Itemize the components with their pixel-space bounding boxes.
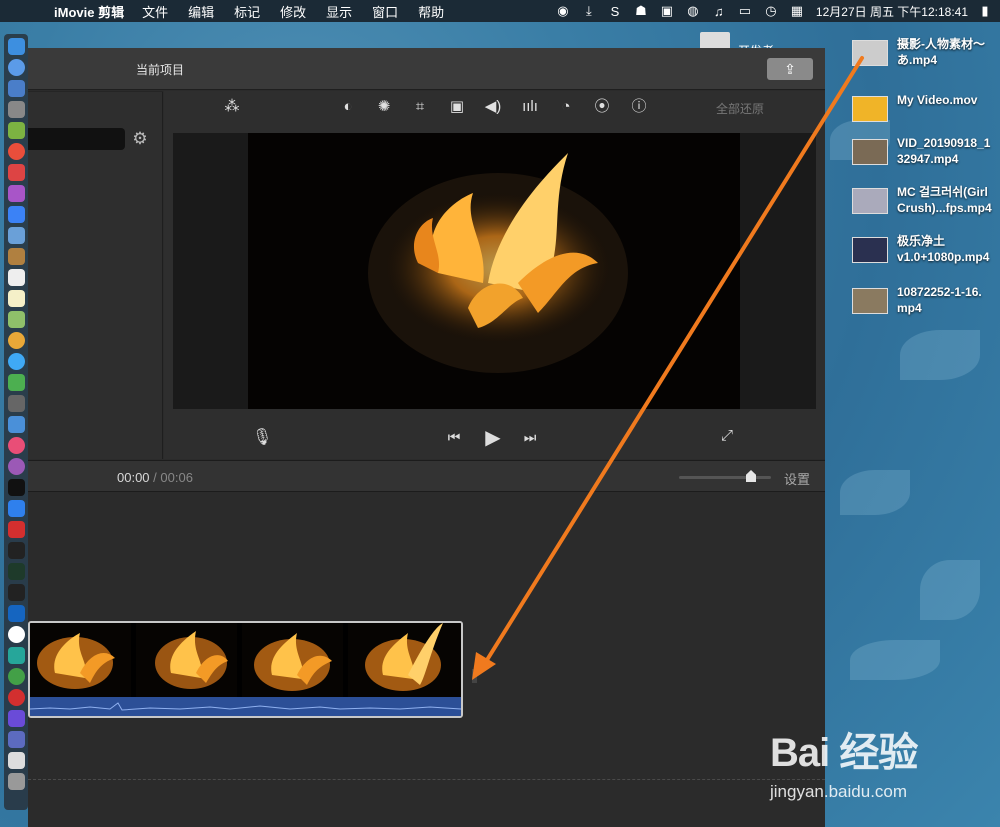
watermark-logo: Bai 经验	[770, 731, 918, 775]
annotation-arrow	[472, 56, 864, 680]
baidu-watermark: Bai 经验 jingyan.baidu.com	[770, 720, 970, 810]
watermark-url: jingyan.baidu.com	[770, 782, 908, 801]
